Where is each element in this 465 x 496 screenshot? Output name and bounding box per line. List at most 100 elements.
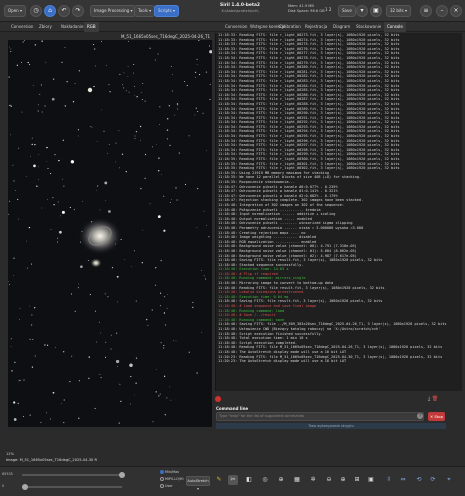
photometry-icon[interactable]: ⌖ <box>444 475 454 485</box>
star <box>69 206 71 208</box>
tab-stacking[interactable]: Stackowanie <box>353 22 384 32</box>
zoom-fit-icon[interactable]: ⊞ <box>352 475 362 485</box>
grid-icon[interactable]: ▦ <box>292 475 302 485</box>
star <box>64 47 66 49</box>
flip-horizontal-icon[interactable]: ⇔ <box>398 475 408 485</box>
star <box>46 412 47 414</box>
star <box>164 296 166 298</box>
rotate-left-icon[interactable]: ⟲ <box>414 475 424 485</box>
star <box>52 197 54 199</box>
image-processing-menu[interactable]: Image Processing ▾ <box>90 5 137 17</box>
zoom-in-icon[interactable]: ⊕ <box>338 475 348 485</box>
star <box>177 104 178 106</box>
menu-icon[interactable]: ≡ <box>420 5 432 17</box>
target-icon[interactable]: ⊕ <box>276 475 286 485</box>
star <box>28 63 31 66</box>
save-as-icon[interactable]: ▾ <box>356 5 368 17</box>
tab-rgb[interactable]: RGB <box>84 22 99 32</box>
star <box>134 135 136 137</box>
stars-icon[interactable]: ✲ <box>308 475 318 485</box>
zoom-100-icon[interactable]: ▣ <box>366 475 376 485</box>
star <box>19 319 21 320</box>
tab-plot[interactable]: Diagram <box>330 22 353 32</box>
command-input[interactable]: Type "help" for the list of supported co… <box>216 412 424 421</box>
save-button[interactable]: Save <box>338 5 356 17</box>
download-icon[interactable]: ⤓ <box>428 396 430 402</box>
star <box>119 167 120 169</box>
autostretch-select[interactable]: AutoStretch ▾ <box>186 476 210 491</box>
tab-stacking-left[interactable]: Nakładanie <box>58 22 86 32</box>
aperture-icon[interactable]: ◎ <box>260 475 270 485</box>
star <box>115 359 120 364</box>
star <box>37 104 39 106</box>
bottom-toolbar: 65535 0 Min/Max MIPS-LO/HI User AutoStre… <box>0 466 465 496</box>
star <box>159 305 161 307</box>
star <box>154 284 156 286</box>
tools-menu[interactable]: Tools ▾ <box>134 5 156 17</box>
open-button[interactable]: Open ▾ <box>4 5 26 17</box>
redo-icon[interactable]: ↷ <box>72 5 84 17</box>
radio-user[interactable]: User <box>160 484 173 488</box>
horizontal-scrollbar[interactable] <box>8 427 212 431</box>
radio-mips[interactable]: MIPS-LO/HI <box>160 477 183 481</box>
star <box>100 377 102 379</box>
help-icon[interactable]: ? <box>417 413 423 419</box>
star <box>167 118 169 120</box>
star <box>58 159 60 162</box>
star <box>88 356 90 358</box>
star <box>134 94 135 96</box>
star <box>29 338 31 340</box>
star <box>37 179 39 180</box>
rgb-display-icon[interactable]: ◧ <box>244 475 254 485</box>
scripts-menu[interactable]: Scripts ▾ <box>154 5 179 17</box>
minimize-icon[interactable]: – <box>436 5 448 17</box>
recording-icon[interactable] <box>215 396 221 402</box>
star <box>123 72 125 74</box>
star <box>70 160 75 164</box>
lo-slider[interactable] <box>22 486 122 488</box>
home-icon[interactable]: ⌂ <box>44 5 56 17</box>
hi-slider-knob[interactable] <box>119 472 125 478</box>
star <box>154 59 156 61</box>
star <box>40 84 42 86</box>
recent-icon[interactable]: ◷ <box>30 5 42 17</box>
zoom-out-icon[interactable]: ⊖ <box>324 475 334 485</box>
color-picker-icon[interactable]: ✎ <box>214 475 224 485</box>
star <box>201 270 202 271</box>
tab-console[interactable]: Console <box>384 22 406 32</box>
star <box>53 204 55 206</box>
console-log[interactable]: 11:18:33: Reading FITS: file r_light_002… <box>215 33 462 391</box>
star <box>144 100 146 102</box>
star <box>8 76 10 78</box>
star <box>159 124 160 125</box>
snapshot-icon[interactable]: ▣ <box>370 5 382 17</box>
tab-registration[interactable]: Rejestracja <box>302 22 330 32</box>
star <box>34 355 36 357</box>
star <box>118 422 120 424</box>
image-viewport[interactable] <box>8 40 212 427</box>
stop-label: Stop <box>434 414 444 419</box>
star <box>123 87 125 89</box>
cut-icon[interactable]: ✂ <box>228 475 238 485</box>
star <box>27 61 29 64</box>
rotate-right-icon[interactable]: ⟳ <box>428 475 438 485</box>
star <box>159 393 161 395</box>
trash-icon[interactable]: 🗑 <box>432 396 438 402</box>
hi-slider[interactable] <box>22 474 122 476</box>
close-icon[interactable]: × <box>450 5 462 17</box>
star <box>10 338 12 340</box>
star <box>141 99 143 101</box>
flip-vertical-icon[interactable]: ⇳ <box>384 475 394 485</box>
undo-icon[interactable]: ↶ <box>58 5 70 17</box>
image-processing-label: Image Processing <box>94 8 130 13</box>
radio-minmax[interactable]: Min/Max <box>160 470 179 474</box>
tab-conversion[interactable]: Conversion <box>8 22 36 32</box>
star <box>116 275 119 278</box>
star <box>80 265 83 268</box>
astro-image <box>8 40 212 427</box>
tab-calibration[interactable]: Calibration <box>276 22 304 32</box>
stop-button[interactable]: ✕ Stop <box>428 412 445 421</box>
lo-slider-knob[interactable] <box>22 484 28 490</box>
bit-depth-selector[interactable]: 32 bits ▾ <box>386 5 411 17</box>
tab-sequence[interactable]: Zbiory <box>36 22 55 32</box>
